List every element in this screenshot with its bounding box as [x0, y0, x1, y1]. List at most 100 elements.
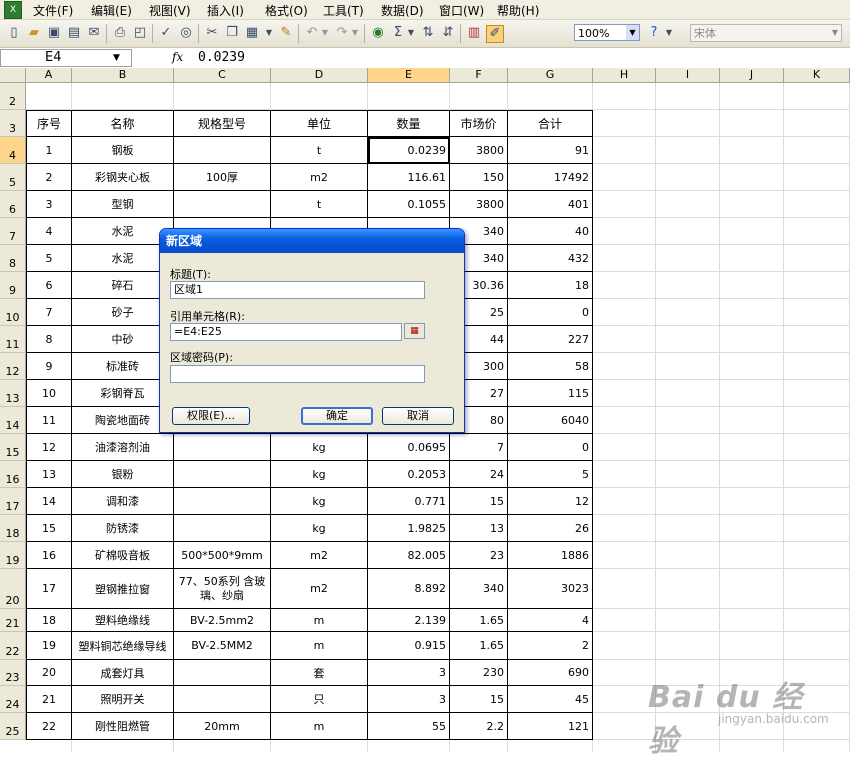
- row-header-22[interactable]: 22: [0, 632, 26, 660]
- menu-help[interactable]: 帮助(H): [497, 2, 539, 19]
- title-field[interactable]: 区域1: [170, 281, 425, 299]
- table-cell-index[interactable]: 17: [26, 569, 72, 609]
- table-cell-unit[interactable]: m2: [271, 569, 368, 609]
- table-cell-spec[interactable]: [174, 660, 271, 686]
- table-cell-spec[interactable]: 500*500*9mm: [174, 542, 271, 569]
- table-cell-total[interactable]: 58: [508, 353, 593, 380]
- ok-button[interactable]: 确定: [301, 407, 373, 425]
- row-header-13[interactable]: 13: [0, 380, 26, 407]
- redo-icon[interactable]: ↷: [334, 25, 350, 41]
- table-cell-unit[interactable]: kg: [271, 515, 368, 542]
- table-header-quantity[interactable]: 数量: [368, 110, 450, 137]
- chart-wizard-icon[interactable]: ▥: [466, 25, 482, 41]
- table-cell-name[interactable]: 刚性阻燃管: [72, 713, 174, 740]
- print-icon[interactable]: ⎙: [112, 25, 128, 41]
- formula-input[interactable]: 0.0239: [198, 50, 245, 65]
- column-header-h[interactable]: H: [593, 68, 656, 83]
- table-cell-total[interactable]: 45: [508, 686, 593, 713]
- excel-app-icon[interactable]: X: [4, 1, 22, 19]
- table-cell-unit[interactable]: t: [271, 137, 368, 164]
- table-cell-name[interactable]: 塑料绝缘线: [72, 609, 174, 632]
- column-header-f[interactable]: F: [450, 68, 508, 83]
- row-header-6[interactable]: 6: [0, 191, 26, 218]
- table-cell-name[interactable]: 调和漆: [72, 488, 174, 515]
- column-header-d[interactable]: D: [271, 68, 368, 83]
- permissions-button[interactable]: 权限(E)...: [172, 407, 250, 425]
- spelling-icon[interactable]: ✓: [158, 25, 174, 41]
- row-header-19[interactable]: 19: [0, 542, 26, 569]
- table-cell-quantity[interactable]: 2.139: [368, 609, 450, 632]
- table-cell-spec[interactable]: 77、50系列 含玻璃、纱扇: [174, 569, 271, 609]
- table-cell-quantity[interactable]: 55: [368, 713, 450, 740]
- table-cell-unit[interactable]: kg: [271, 461, 368, 488]
- permission-icon[interactable]: ▤: [66, 25, 82, 41]
- table-cell-total[interactable]: 18: [508, 272, 593, 299]
- table-cell-total[interactable]: 0: [508, 299, 593, 326]
- table-cell-total[interactable]: 690: [508, 660, 593, 686]
- table-cell-name[interactable]: 塑钢推拉窗: [72, 569, 174, 609]
- table-cell-unit[interactable]: m: [271, 713, 368, 740]
- table-cell-index[interactable]: 12: [26, 434, 72, 461]
- column-header-k[interactable]: K: [784, 68, 850, 83]
- row-header-2[interactable]: 2: [0, 83, 26, 110]
- row-header-17[interactable]: 17: [0, 488, 26, 515]
- table-cell-total[interactable]: 4: [508, 609, 593, 632]
- row-header-15[interactable]: 15: [0, 434, 26, 461]
- chevron-down-icon[interactable]: ▼: [626, 25, 639, 40]
- table-cell-quantity[interactable]: 0.915: [368, 632, 450, 660]
- password-field[interactable]: [170, 365, 425, 383]
- research-icon[interactable]: ◎: [178, 25, 194, 41]
- table-cell-spec[interactable]: [174, 686, 271, 713]
- insert-function-icon[interactable]: fx: [172, 50, 183, 64]
- row-header-8[interactable]: 8: [0, 245, 26, 272]
- table-cell-spec[interactable]: [174, 515, 271, 542]
- table-cell-price[interactable]: 23: [450, 542, 508, 569]
- table-cell-total[interactable]: 91: [508, 137, 593, 164]
- table-cell-index[interactable]: 6: [26, 272, 72, 299]
- row-header-18[interactable]: 18: [0, 515, 26, 542]
- table-cell-spec[interactable]: [174, 488, 271, 515]
- table-cell-name[interactable]: 照明开关: [72, 686, 174, 713]
- table-cell-total[interactable]: 1886: [508, 542, 593, 569]
- table-cell-index[interactable]: 14: [26, 488, 72, 515]
- table-cell-total[interactable]: 401: [508, 191, 593, 218]
- row-header-5[interactable]: 5: [0, 164, 26, 191]
- column-header-e[interactable]: E: [368, 68, 450, 83]
- table-cell-price[interactable]: 15: [450, 488, 508, 515]
- table-cell-unit[interactable]: 只: [271, 686, 368, 713]
- table-cell-name[interactable]: 钢板: [72, 137, 174, 164]
- table-cell-price[interactable]: 15: [450, 686, 508, 713]
- column-header-c[interactable]: C: [174, 68, 271, 83]
- row-header-23[interactable]: 23: [0, 660, 26, 686]
- zoom-combobox[interactable]: 100% ▼: [574, 24, 640, 41]
- menu-tools[interactable]: 工具(T): [323, 2, 364, 19]
- table-cell-unit[interactable]: m: [271, 609, 368, 632]
- menu-file[interactable]: 文件(F): [33, 2, 73, 19]
- table-header-price[interactable]: 市场价: [450, 110, 508, 137]
- table-cell-unit[interactable]: m: [271, 632, 368, 660]
- table-cell-price[interactable]: 230: [450, 660, 508, 686]
- table-header-unit[interactable]: 单位: [271, 110, 368, 137]
- row-header-4[interactable]: 4: [0, 137, 26, 164]
- paste-icon[interactable]: ▦: [244, 25, 260, 41]
- row-header-12[interactable]: 12: [0, 353, 26, 380]
- table-cell-name[interactable]: 矿棉吸音板: [72, 542, 174, 569]
- table-cell-name[interactable]: 型钢: [72, 191, 174, 218]
- table-cell-unit[interactable]: 套: [271, 660, 368, 686]
- table-cell-price[interactable]: 7: [450, 434, 508, 461]
- redo-dropdown-icon[interactable]: ▼: [350, 25, 360, 41]
- save-icon[interactable]: ▣: [46, 25, 62, 41]
- name-box[interactable]: E4 ▼: [0, 49, 132, 67]
- table-cell-quantity[interactable]: 3: [368, 660, 450, 686]
- toolbar-options-icon[interactable]: ▼: [664, 25, 674, 41]
- table-cell-price[interactable]: 3800: [450, 137, 508, 164]
- table-cell-unit[interactable]: m2: [271, 164, 368, 191]
- cut-icon[interactable]: ✂: [204, 25, 220, 41]
- select-all-corner[interactable]: [0, 68, 26, 83]
- menu-edit[interactable]: 编辑(E): [91, 2, 132, 19]
- table-cell-quantity[interactable]: 1.9825: [368, 515, 450, 542]
- table-cell-total[interactable]: 0: [508, 434, 593, 461]
- table-cell-quantity[interactable]: 0.2053: [368, 461, 450, 488]
- row-header-3[interactable]: 3: [0, 110, 26, 137]
- menu-data[interactable]: 数据(D): [381, 2, 424, 19]
